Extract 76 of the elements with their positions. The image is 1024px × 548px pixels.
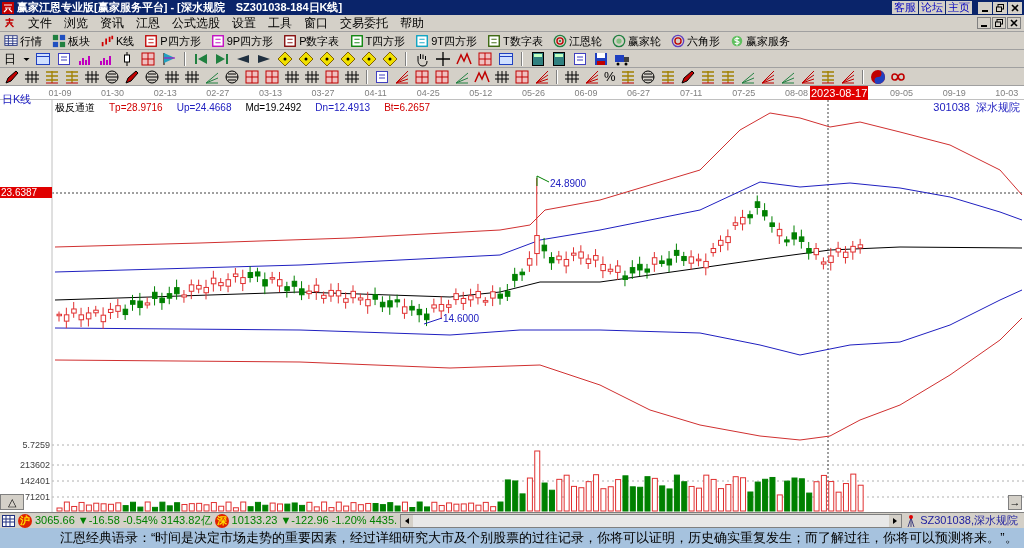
percent-button[interactable]: % xyxy=(604,68,616,85)
indicator-value: Dn=12.4913 xyxy=(315,102,371,114)
menu-item[interactable]: 帮助 xyxy=(400,15,424,31)
date-label: 08-08 xyxy=(784,87,808,100)
quote-ticker-text: 江恩经典语录：“时间是决定市场走势的重要因素，经过详细研究大市及个别股票的过往记录，你将可以证明，历史确实重复发生；而了解过往，你将可以预测将来。”。 xyxy=(60,529,1018,548)
index-change: ▼-16.58 -0.54% xyxy=(77,513,158,529)
menu-item[interactable]: 交易委托 xyxy=(340,15,388,31)
date-label: 02-13 xyxy=(153,87,177,100)
menu-item[interactable]: 窗口 xyxy=(304,15,328,31)
title-bar-link[interactable]: 主页 xyxy=(946,1,972,14)
arrow-button[interactable]: → xyxy=(1008,495,1022,510)
index-amount: 4435. xyxy=(369,513,398,529)
date-label: 03-13 xyxy=(258,87,282,100)
title-bar-link[interactable]: 论坛 xyxy=(919,1,945,14)
stock-status-label: SZ301038,深水规院 xyxy=(920,513,1019,529)
toolbar-button[interactable]: 赢家服务 xyxy=(729,32,790,49)
index-value: 10133.23 xyxy=(231,513,278,529)
indicator-value: Up=24.4668 xyxy=(176,102,232,114)
date-label: 05-12 xyxy=(469,87,493,100)
menu-item[interactable]: 资讯 xyxy=(100,15,124,31)
window-title: 赢家江恩专业版[赢家服务平台] - [深水规院 SZ301038-184日K线] xyxy=(17,0,343,16)
period-label: 日K线 xyxy=(2,93,32,105)
menu-item[interactable]: 公式选股 xyxy=(172,15,220,31)
index-value: 3065.66 xyxy=(35,513,75,529)
toolbar-button[interactable]: P四方形 xyxy=(144,32,201,49)
date-label: 03-27 xyxy=(311,87,335,100)
index-badge: 深 xyxy=(214,513,229,528)
stock-code: 301038 xyxy=(933,101,970,113)
menu-item[interactable]: 工具 xyxy=(268,15,292,31)
volume-axis-label: 142401 xyxy=(18,476,50,486)
toolbar-button[interactable]: 赢家轮 xyxy=(611,32,661,49)
menu-item[interactable]: 浏览 xyxy=(64,15,88,31)
indicator-name: 极反通道 xyxy=(55,102,95,114)
cursor-date-label: 2023-08-17 xyxy=(810,86,869,100)
cursor-price-label: 23.6387 xyxy=(0,187,52,198)
date-label: 04-11 xyxy=(364,87,387,100)
menu-item[interactable]: 设置 xyxy=(232,15,256,31)
date-label: 02-27 xyxy=(206,87,230,100)
volume-axis-label: 5.7259 xyxy=(21,440,50,450)
indicator-value: Bt=6.2657 xyxy=(384,102,430,114)
indicator-value: Md=19.2492 xyxy=(245,102,302,114)
toolbar-button[interactable]: P数字表 xyxy=(283,32,340,49)
toolbar-button[interactable]: 板块 xyxy=(52,32,90,49)
menu-item[interactable]: 江恩 xyxy=(136,15,160,31)
volume-axis-label: 71201 xyxy=(23,492,50,502)
menu-item[interactable]: 文件 xyxy=(28,15,52,31)
index-amount: 3143.82亿 xyxy=(160,513,212,529)
date-label: 05-26 xyxy=(521,87,545,100)
index-badge: 沪 xyxy=(18,513,32,528)
toolbar-button[interactable]: 行情 xyxy=(4,32,42,49)
date-label: 04-25 xyxy=(416,87,440,100)
toolbar-button[interactable]: 9T四方形 xyxy=(415,32,478,49)
high-price-label: 24.8900 xyxy=(550,178,587,189)
date-label: 06-27 xyxy=(627,87,651,100)
date-label: 09-19 xyxy=(942,87,966,100)
date-label: 01-30 xyxy=(101,87,125,100)
date-label: 01-09 xyxy=(48,87,72,100)
volume-axis-label: 213602 xyxy=(18,460,50,470)
date-label: 10-03 xyxy=(995,87,1019,100)
collapse-button[interactable]: △ xyxy=(0,494,24,510)
toolbar-button[interactable]: 六角形 xyxy=(670,32,720,49)
date-label: 07-11 xyxy=(680,87,703,100)
date-label: 06-09 xyxy=(574,87,598,100)
low-price-label: 14.6000 xyxy=(443,313,480,324)
toolbar-button[interactable]: K线 xyxy=(100,32,135,49)
date-label: 07-25 xyxy=(732,87,756,100)
toolbar-button[interactable]: 江恩轮 xyxy=(552,32,602,49)
index-change: ▼-122.96 -1.20% xyxy=(280,513,367,529)
period-dropdown[interactable]: 日 xyxy=(4,50,18,67)
title-bar-link[interactable]: 客服 xyxy=(892,1,918,14)
date-label: 09-05 xyxy=(890,87,914,100)
toolbar-button[interactable]: T四方形 xyxy=(349,32,406,49)
toolbar-button[interactable]: 9P四方形 xyxy=(210,32,274,49)
toolbar-button[interactable]: T数字表 xyxy=(487,32,543,49)
stock-name: 深水规院 xyxy=(976,101,1020,113)
indicator-value: Tp=28.9716 xyxy=(109,102,163,114)
